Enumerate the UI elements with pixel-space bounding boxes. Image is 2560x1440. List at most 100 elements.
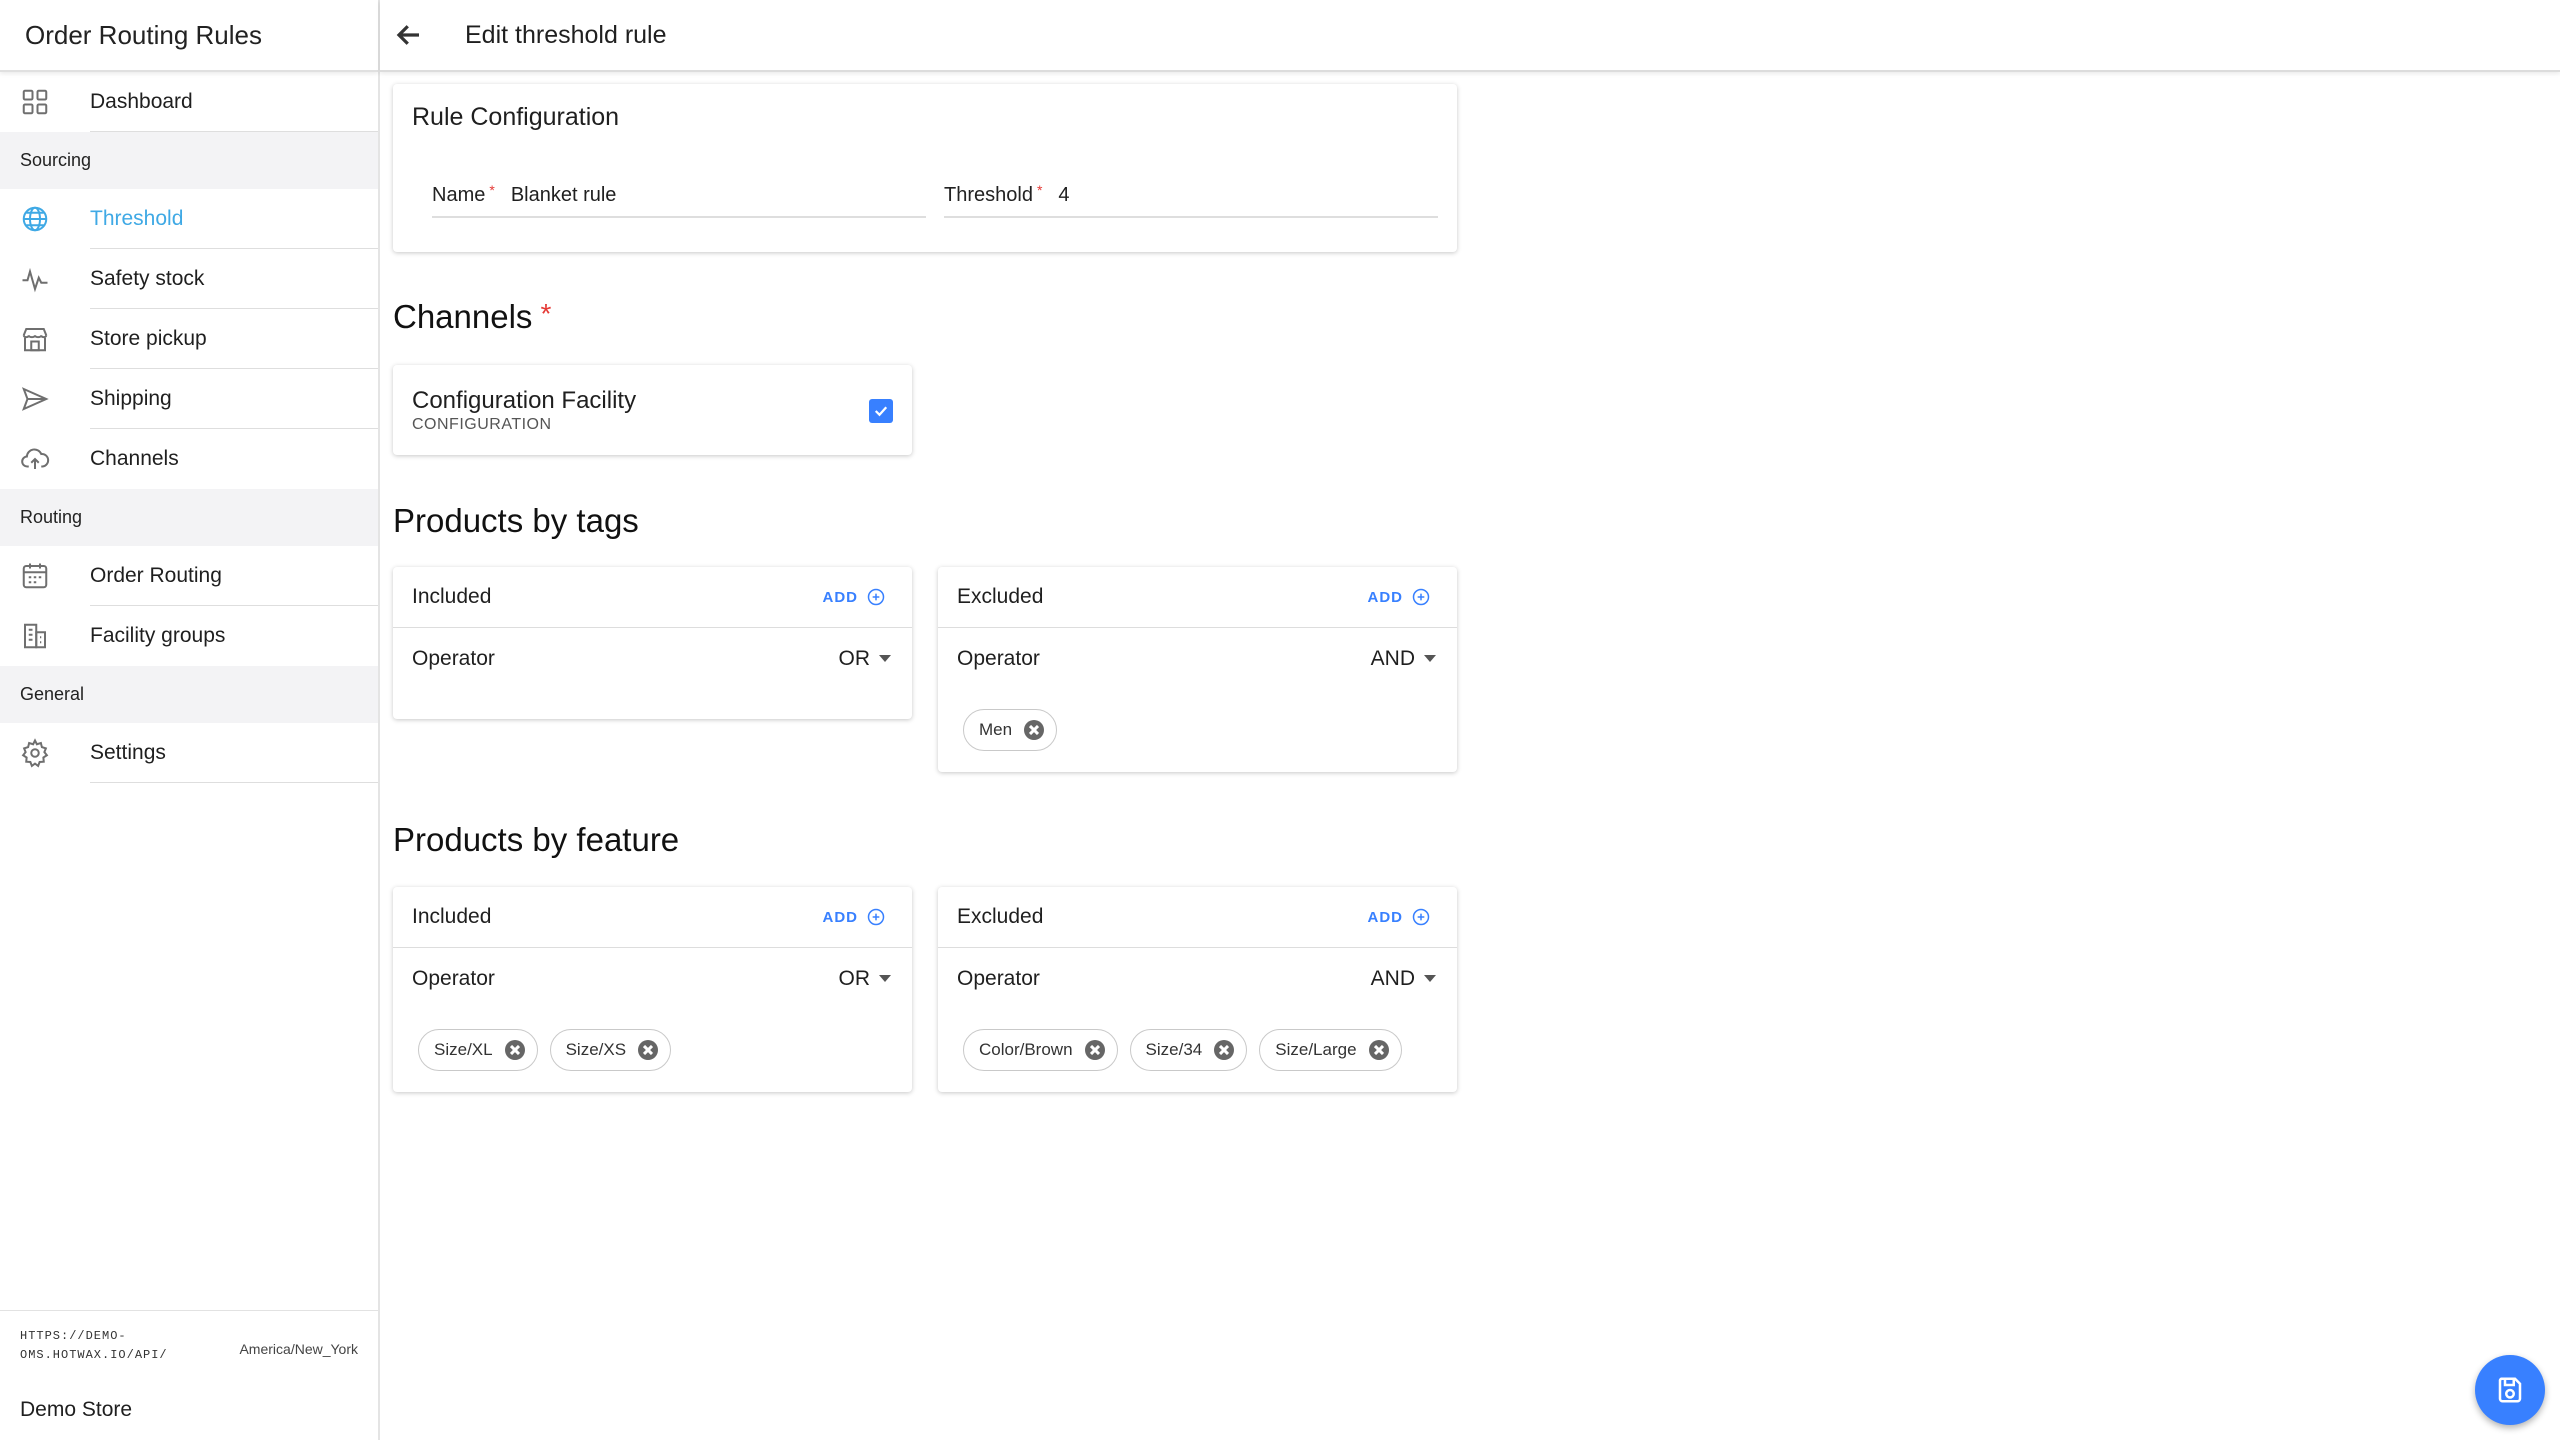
channel-item[interactable]: Configuration Facility CONFIGURATION	[393, 365, 912, 455]
threshold-input[interactable]: 4	[1058, 184, 1069, 207]
chip-label: Size/Large	[1275, 1040, 1357, 1059]
required-mark: *	[1036, 182, 1043, 198]
caret-down-icon	[879, 655, 891, 662]
sidebar-footer: HTTPS://DEMO-OMS.HOTWAX.IO/API/ America/…	[0, 1310, 378, 1440]
products-by-feature-heading: Products by feature	[393, 821, 680, 858]
feature-included-card: Included ADD Operator OR Size/XL Size/XS	[393, 887, 912, 1092]
channel-name: Configuration Facility	[412, 387, 637, 414]
add-button[interactable]: ADD	[1368, 907, 1432, 927]
operator-select[interactable]: AND	[1371, 647, 1436, 671]
sidebar-item-safety-stock[interactable]: Safety stock	[0, 249, 378, 309]
sidebar-item-label: Channels	[90, 447, 179, 470]
cloud-upload-icon	[0, 444, 90, 474]
gear-icon	[0, 738, 90, 768]
sidebar-item-label: Threshold	[90, 189, 378, 249]
required-mark: *	[489, 182, 495, 198]
channels-title: Channels	[393, 298, 533, 335]
sidebar-item-shipping[interactable]: Shipping	[0, 369, 378, 429]
chip-label: Men	[979, 720, 1013, 739]
sidebar-item-threshold[interactable]: Threshold	[0, 189, 378, 249]
add-circle-icon	[867, 908, 885, 926]
rule-configuration-title: Rule Configuration	[412, 103, 620, 131]
rule-configuration-card: Rule Configuration Name * Blanket rule T…	[393, 84, 1457, 252]
sidebar-item-channels[interactable]: Channels	[0, 429, 378, 489]
store-name: Demo Store	[20, 1398, 133, 1421]
sidebar-item-dashboard[interactable]: Dashboard	[0, 72, 378, 132]
close-circle-icon[interactable]	[1214, 1040, 1235, 1060]
business-icon	[0, 621, 90, 651]
feature-chip: Size/XS	[549, 1029, 672, 1071]
add-label: ADD	[1367, 588, 1403, 606]
chip-list: Men	[963, 709, 1058, 751]
name-field[interactable]: Name * Blanket rule	[432, 182, 926, 218]
sidebar-item-facility-groups[interactable]: Facility groups	[0, 606, 378, 666]
checkmark-icon	[874, 406, 888, 417]
calendar-icon	[0, 561, 90, 591]
sidebar: Order Routing Rules Dashboard Sourcing T…	[0, 0, 380, 1440]
sidebar-item-store-pickup[interactable]: Store pickup	[0, 309, 378, 369]
add-button[interactable]: ADD	[823, 907, 887, 927]
feature-chip: Size/34	[1129, 1029, 1248, 1071]
grid-icon	[0, 87, 90, 117]
back-button[interactable]	[380, 20, 450, 50]
save-fab-button[interactable]	[2475, 1355, 2545, 1425]
add-label: ADD	[822, 588, 858, 606]
operator-label: Operator	[412, 966, 495, 990]
channel-checkbox[interactable]	[869, 399, 893, 423]
threshold-field[interactable]: Threshold * 4	[944, 182, 1438, 218]
required-mark: *	[540, 298, 552, 329]
arrow-back-icon	[396, 25, 419, 45]
timezone-label: America/New_York	[239, 1341, 358, 1357]
close-circle-icon[interactable]	[638, 1040, 659, 1060]
name-label: Name	[432, 184, 486, 206]
chip-list: Size/XL Size/XS	[418, 1029, 672, 1071]
sidebar-item-label: Order Routing	[90, 546, 378, 606]
close-circle-icon[interactable]	[1084, 1040, 1105, 1060]
card-title: Included	[412, 905, 492, 928]
operator-select[interactable]: AND	[1371, 967, 1436, 991]
add-label: ADD	[822, 908, 858, 926]
add-button[interactable]: ADD	[1368, 587, 1432, 607]
card-title: Excluded	[957, 905, 1044, 928]
feature-excluded-card: Excluded ADD Operator AND Color/Brown Si…	[938, 887, 1457, 1092]
chip-label: Color/Brown	[979, 1040, 1073, 1059]
operator-label: Operator	[957, 966, 1040, 990]
sidebar-item-label: Facility groups	[90, 624, 226, 647]
operator-row: Operator OR	[393, 628, 912, 689]
close-circle-icon[interactable]	[1368, 1040, 1389, 1060]
close-circle-icon[interactable]	[504, 1040, 525, 1060]
operator-value: AND	[1370, 966, 1415, 990]
sidebar-item-label: Dashboard	[90, 72, 378, 132]
sidebar-section-general: General	[0, 666, 378, 723]
chip-list: Color/Brown Size/34 Size/Large	[963, 1029, 1402, 1071]
caret-down-icon	[879, 975, 891, 982]
page-header: Edit threshold rule	[380, 0, 2560, 72]
sidebar-item-order-routing[interactable]: Order Routing	[0, 546, 378, 606]
tag-chip: Men	[963, 709, 1058, 751]
caret-down-icon	[1424, 655, 1436, 662]
channels-heading: Channels *	[393, 298, 551, 336]
chip-label: Size/XS	[565, 1040, 627, 1059]
operator-value: AND	[1370, 646, 1415, 670]
operator-row: Operator AND	[938, 628, 1457, 689]
sidebar-section-sourcing: Sourcing	[0, 132, 378, 189]
sidebar-item-settings[interactable]: Settings	[0, 723, 378, 783]
operator-select[interactable]: OR	[839, 647, 891, 671]
chip-label: Size/XL	[434, 1040, 493, 1059]
sidebar-item-label: Store pickup	[90, 309, 378, 369]
sidebar-section-routing: Routing	[0, 489, 378, 546]
close-circle-icon[interactable]	[1024, 720, 1045, 740]
products-by-tags-heading: Products by tags	[393, 502, 639, 539]
sidebar-item-label: Shipping	[90, 369, 378, 429]
operator-row: Operator OR	[393, 948, 912, 1009]
add-button[interactable]: ADD	[823, 587, 887, 607]
feature-chip: Color/Brown	[963, 1029, 1118, 1071]
operator-select[interactable]: OR	[839, 967, 891, 991]
operator-row: Operator AND	[938, 948, 1457, 1009]
name-input[interactable]: Blanket rule	[511, 184, 617, 207]
globe-icon	[0, 204, 90, 234]
add-label: ADD	[1367, 908, 1403, 926]
tags-excluded-card: Excluded ADD Operator AND Men	[938, 567, 1457, 772]
app-title: Order Routing Rules	[0, 0, 378, 72]
card-title: Excluded	[957, 585, 1044, 608]
